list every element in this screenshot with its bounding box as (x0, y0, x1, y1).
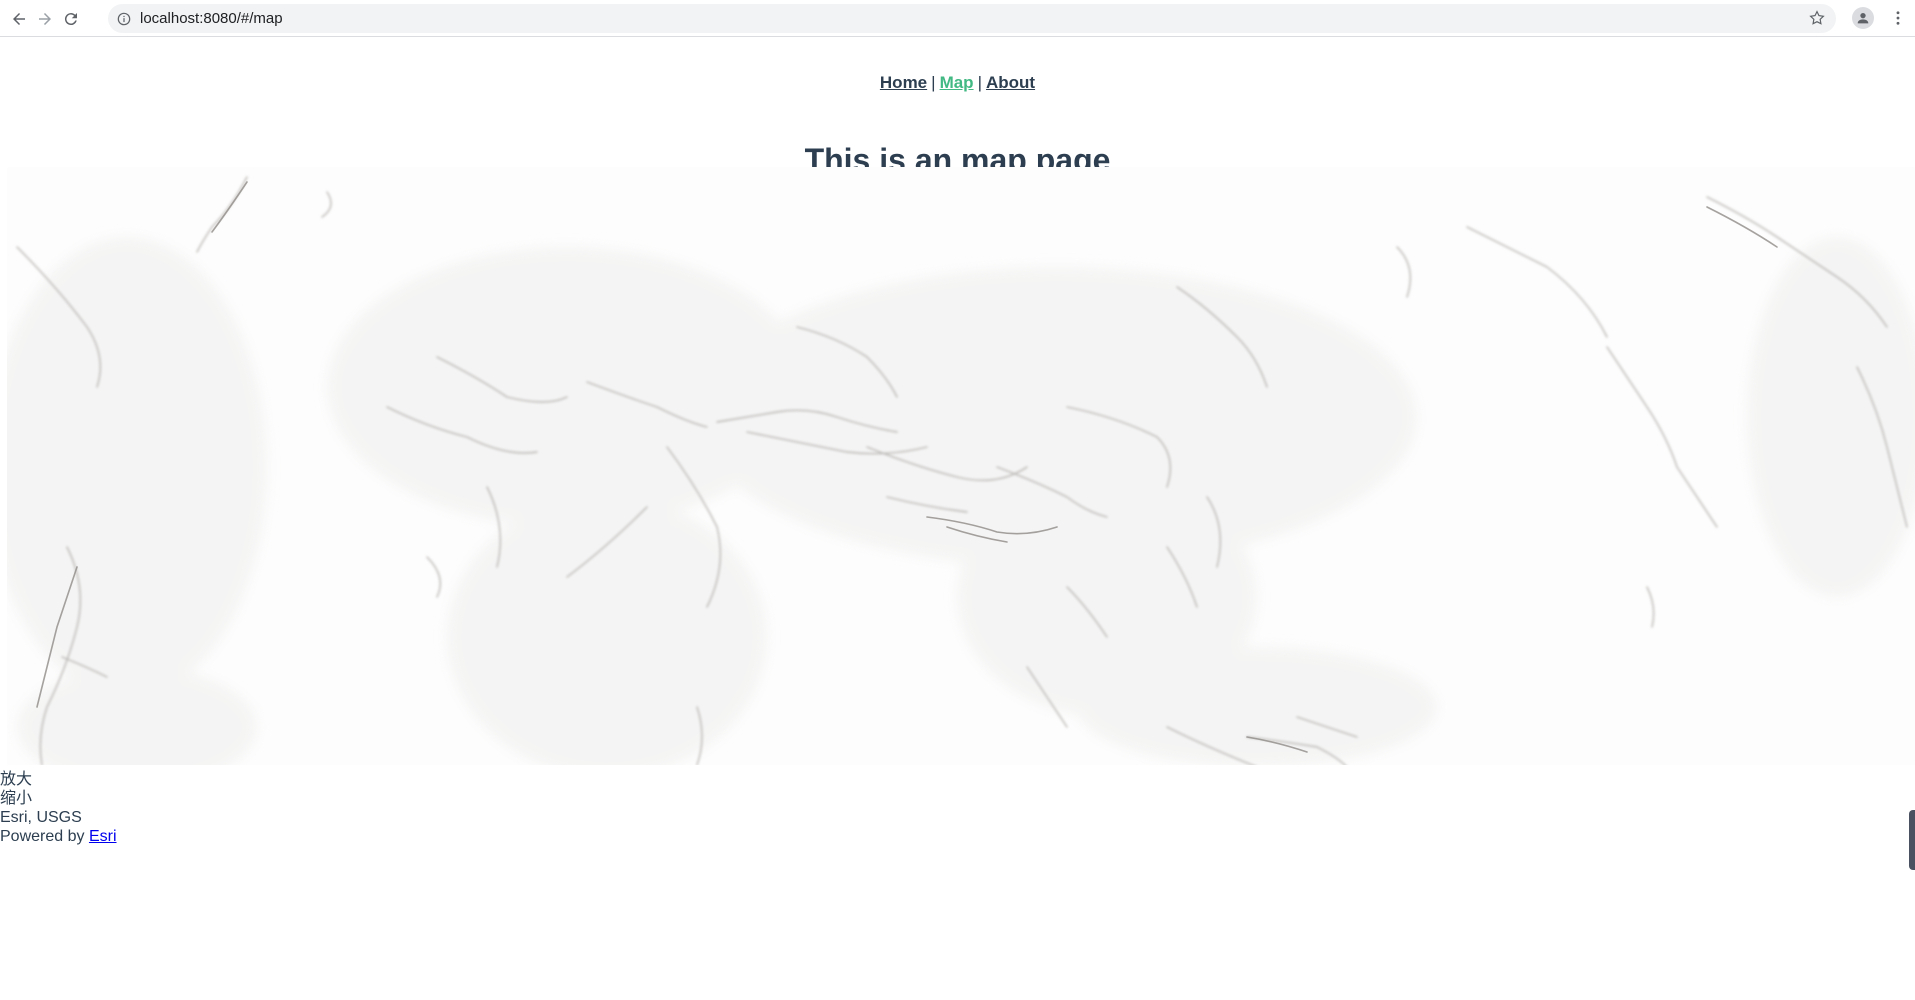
side-panel-tab[interactable] (1909, 810, 1915, 870)
reload-icon (64, 13, 77, 26)
attribution-powered-by: Powered by Esri (0, 827, 1915, 846)
map-view[interactable] (7, 167, 1915, 765)
nav-separator: | (931, 73, 936, 92)
url-text[interactable]: localhost:8080/#/map (140, 10, 283, 27)
forward-arrow-icon (39, 13, 51, 25)
powered-by-text: Powered by (0, 828, 85, 845)
address-bar[interactable]: localhost:8080/#/map (108, 4, 1836, 33)
hillshade-basemap (7, 167, 1915, 765)
map-footer: 放大 缩小 Esri, USGS Powered by Esri (0, 770, 1915, 846)
forward-button[interactable] (32, 6, 58, 32)
nav-separator: | (977, 73, 982, 92)
nav-link-home[interactable]: Home (880, 73, 927, 92)
back-arrow-icon (13, 13, 25, 25)
info-icon[interactable] (116, 11, 132, 27)
profile-icon[interactable] (1852, 7, 1874, 29)
nav-link-map[interactable]: Map (940, 73, 974, 92)
zoom-out-button[interactable]: 缩小 (0, 789, 1915, 808)
reload-button[interactable] (58, 6, 84, 32)
zoom-in-button[interactable]: 放大 (0, 770, 1915, 789)
top-nav: Home | Map | About (0, 73, 1915, 93)
star-icon[interactable] (1808, 9, 1826, 27)
menu-dots-icon[interactable] (1888, 8, 1908, 28)
browser-toolbar: localhost:8080/#/map (0, 0, 1915, 37)
attribution-sources: Esri, USGS (0, 809, 82, 826)
esri-link[interactable]: Esri (89, 828, 117, 845)
back-button[interactable] (6, 6, 32, 32)
nav-link-about[interactable]: About (986, 73, 1035, 92)
